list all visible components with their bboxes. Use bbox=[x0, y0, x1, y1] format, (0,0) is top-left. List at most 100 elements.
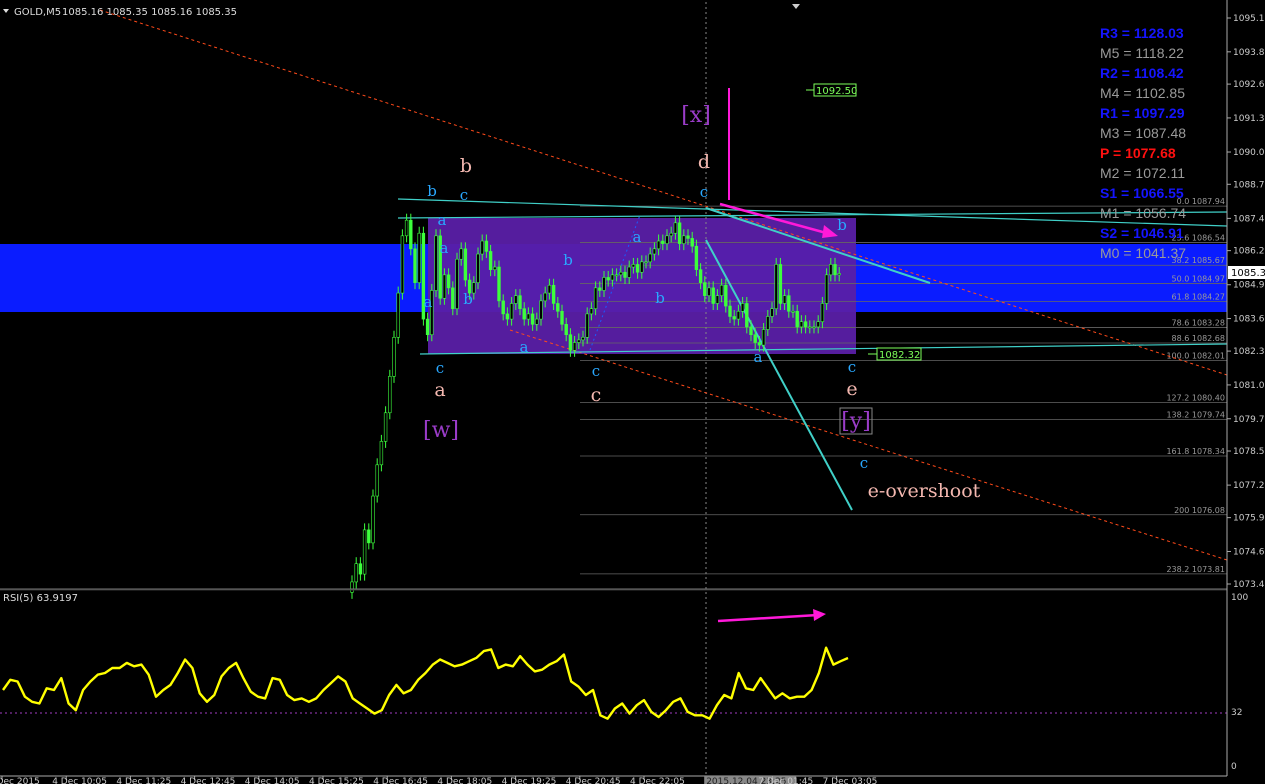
price-axis-label: 1093.87 bbox=[1233, 48, 1265, 58]
pivot-value: 1077.68 bbox=[1125, 145, 1176, 161]
candle-body bbox=[362, 529, 367, 575]
candle-body bbox=[619, 271, 623, 276]
current-price-label: 1085.35 bbox=[1231, 268, 1265, 279]
wave-label: c bbox=[592, 362, 600, 380]
candle-body bbox=[690, 238, 694, 247]
pivot-value: 1128.03 bbox=[1134, 25, 1184, 41]
time-axis-label: 4 Dec 18:05 bbox=[437, 777, 492, 784]
fib-level-label: 50.0 1084.97 bbox=[1172, 274, 1225, 283]
candle-body bbox=[493, 266, 497, 270]
fib-price: 1073.81 bbox=[1192, 565, 1225, 574]
pivot-name: M5 bbox=[1100, 45, 1120, 61]
wave-label: c bbox=[700, 183, 708, 201]
pivot-value: 1102.85 bbox=[1135, 85, 1185, 101]
price-axis-label: 1079.77 bbox=[1233, 415, 1265, 425]
wave-label: [w] bbox=[423, 418, 459, 443]
time-axis[interactable]: 4 Dec 2015 4 Dec 10:05 4 Dec 11:25 4 Dec 12… bbox=[0, 776, 877, 784]
pivot-name: M2 bbox=[1100, 165, 1120, 181]
candle-body bbox=[497, 266, 501, 302]
candle-body bbox=[577, 339, 581, 343]
candle-body bbox=[732, 316, 736, 320]
price-axis-label: 1078.53 bbox=[1233, 447, 1265, 457]
candle-body bbox=[472, 282, 476, 294]
candle-body bbox=[740, 303, 745, 312]
time-axis-label: 4 Dec 12:45 bbox=[181, 777, 236, 784]
pivot-name: R1 bbox=[1100, 105, 1118, 121]
candle-body bbox=[665, 235, 669, 244]
price-axis-label: 1090.02 bbox=[1233, 148, 1265, 158]
candle-body bbox=[367, 529, 371, 544]
candle-body bbox=[526, 313, 531, 320]
price-tag-high: 1092.50 bbox=[806, 83, 857, 97]
candle-body bbox=[816, 321, 820, 328]
wave-label: [y] bbox=[841, 409, 871, 434]
price-axis-label: 1087.47 bbox=[1233, 214, 1265, 224]
chart-canvas[interactable]: 0.0 1087.9423.6 1086.5438.2 1085.6750.0 … bbox=[0, 0, 1265, 784]
fib-ratio: 100.0 bbox=[1166, 351, 1189, 360]
time-axis-label: 4 Dec 20:45 bbox=[566, 777, 621, 784]
candle-body bbox=[556, 303, 560, 312]
fib-ratio: 161.8 bbox=[1166, 447, 1189, 456]
candle-body bbox=[354, 563, 358, 583]
wave-label: e bbox=[846, 378, 857, 400]
price-tag-low-text: 1082.32 bbox=[879, 350, 920, 361]
pivot-name: R3 bbox=[1100, 25, 1118, 41]
rsi-title: RSI(5) 63.9197 bbox=[3, 593, 78, 604]
candle-body bbox=[463, 248, 468, 281]
fib-price: 1084.27 bbox=[1192, 293, 1225, 302]
candle-body bbox=[677, 222, 682, 244]
candle-body bbox=[425, 318, 430, 335]
candle-body bbox=[375, 464, 379, 497]
candle-body bbox=[602, 277, 606, 291]
candle-body bbox=[614, 274, 619, 277]
pivot-level-row: M0 = 1041.37 bbox=[1100, 245, 1186, 261]
wave-label: c bbox=[860, 454, 868, 472]
candle-body bbox=[589, 308, 594, 315]
wave-label: a bbox=[754, 348, 763, 366]
candle-body bbox=[686, 235, 690, 239]
time-axis-label: 4 Dec 2015 bbox=[0, 777, 40, 784]
candle-body bbox=[711, 287, 715, 304]
price-tag-high-text: 1092.50 bbox=[816, 86, 857, 97]
price-axis-label: 1092.63 bbox=[1233, 80, 1265, 90]
candle-body bbox=[644, 261, 648, 264]
price-axis-label: 1084.92 bbox=[1233, 281, 1265, 291]
candle-body bbox=[652, 248, 657, 255]
candle-body bbox=[581, 337, 585, 341]
pivot-value: 1097.29 bbox=[1134, 105, 1185, 121]
time-axis-label: 4 Dec 14:05 bbox=[245, 777, 300, 784]
candle-body bbox=[350, 581, 354, 593]
chart-header: GOLD,M5 1085.16 1085.35 1085.16 1085.35 bbox=[3, 7, 237, 18]
candle-body bbox=[535, 318, 539, 325]
candle-body bbox=[585, 313, 589, 338]
fib-level-label: 127.2 1080.40 bbox=[1166, 393, 1225, 402]
pivot-name: M1 bbox=[1100, 205, 1120, 221]
fib-price: 1082.01 bbox=[1192, 351, 1225, 360]
candle-body bbox=[388, 376, 392, 414]
fib-ratio: 88.6 bbox=[1172, 334, 1190, 343]
pivot-level-row: R3 = 1128.03 bbox=[1100, 25, 1184, 41]
wave-label: d bbox=[698, 151, 710, 173]
candle-body bbox=[400, 235, 405, 294]
pivot-level-row: S2 = 1046.91 bbox=[1100, 225, 1184, 241]
pivot-level-row: R1 = 1097.29 bbox=[1100, 105, 1185, 121]
fib-ratio: 61.8 bbox=[1172, 293, 1190, 302]
candle-body bbox=[837, 273, 841, 276]
candle-body bbox=[770, 308, 774, 317]
candle-body bbox=[623, 271, 627, 278]
fib-price: 1082.68 bbox=[1192, 334, 1225, 343]
candle-body bbox=[703, 282, 707, 296]
candle-body bbox=[514, 295, 518, 304]
candle-body bbox=[715, 295, 720, 304]
candle-body bbox=[404, 219, 409, 237]
candle-body bbox=[808, 326, 812, 329]
pivot-value: 1046.91 bbox=[1133, 225, 1184, 241]
price-axis-label: 1073.42 bbox=[1233, 580, 1265, 590]
time-axis-label: 4 Dec 10:05 bbox=[52, 777, 107, 784]
fib-ratio: 200 bbox=[1174, 506, 1189, 515]
candle-body bbox=[392, 337, 396, 377]
fib-price: 1084.97 bbox=[1192, 274, 1225, 283]
candle-body bbox=[791, 310, 795, 313]
rsi-axis-label: 0 bbox=[1231, 762, 1237, 772]
price-axis-label: 1074.67 bbox=[1233, 547, 1265, 557]
